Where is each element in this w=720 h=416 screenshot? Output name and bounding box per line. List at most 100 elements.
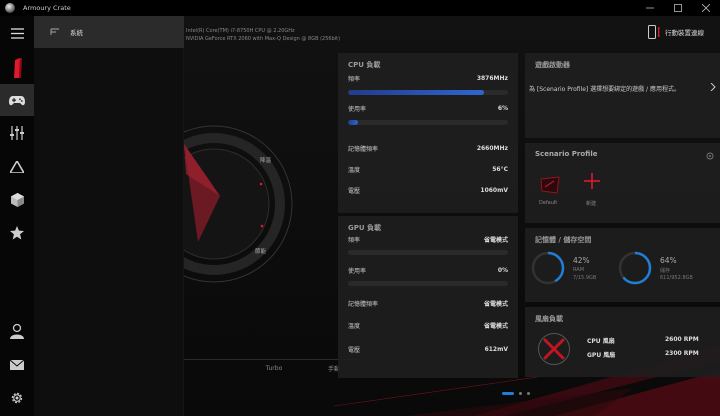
window-title: Armoury Crate — [23, 4, 71, 12]
sidebar-item-armoury[interactable] — [0, 184, 34, 216]
system-icon — [50, 28, 59, 35]
gpu-frequency-value: 省電模式 — [483, 236, 508, 244]
storage-usage-ring — [618, 251, 652, 285]
minimize-button[interactable] — [636, 0, 664, 16]
ram-label: RAM — [573, 267, 585, 273]
storage-percent: 64% — [660, 256, 677, 265]
gpu-frequency-label: 頻率 — [348, 236, 361, 244]
cube-icon — [10, 193, 24, 207]
rog-home-icon — [14, 58, 22, 78]
game-launcher-panel: 遊戲啟動器 為 [Scenario Profile] 選擇想要綁定的遊戲 / 應… — [525, 53, 720, 138]
cpu-voltage-value: 1060mV — [480, 186, 508, 194]
cpu-frequency-value: 3876MHz — [476, 74, 508, 82]
storage-detail: 611/952.8GB — [660, 275, 693, 281]
close-button[interactable] — [692, 0, 720, 16]
aura-triangle-icon — [10, 161, 24, 173]
gpu-voltage-label: 電壓 — [348, 346, 361, 354]
sidebar-item-settings[interactable] — [0, 382, 34, 414]
minimize-icon — [646, 7, 654, 9]
cpu-temp-value: 56°C — [492, 165, 508, 173]
gauge-label-silent: 節能 — [255, 249, 267, 255]
cpu-usage-row: 使用率 6% — [348, 103, 508, 113]
gamepad-icon — [9, 95, 25, 105]
scenario-profile-panel: Scenario Profile Default 新建 — [525, 143, 720, 223]
memory-storage-panel: 記憶體 / 儲存空間 42% RAM 7/15.9GB 64% 儲存 611/9… — [525, 228, 720, 302]
gpu-voltage-value: 612mV — [484, 345, 508, 353]
sidebar-item-home[interactable] — [0, 52, 34, 84]
fan-icon — [538, 333, 570, 365]
gpu-mem-freq-row: 記憶體頻率 省電模式 — [348, 298, 508, 308]
sidebar-item-messages[interactable] — [0, 349, 34, 381]
cpu-mem-freq-value: 2660MHz — [476, 144, 508, 152]
gpu-mem-freq-label: 記憶體頻率 — [348, 300, 379, 308]
game-launcher-title: 遊戲啟動器 — [535, 61, 570, 69]
cpu-temp-row: 溫度 56°C — [348, 164, 508, 174]
gpu-fan-label: GPU 風扇 — [587, 352, 616, 359]
tab-mode-turbo[interactable]: Turbo — [244, 360, 304, 377]
gauge-label-cooling: 降溫 — [260, 158, 272, 164]
menu-item-system-label: 系統 — [70, 29, 83, 37]
page-dot-3[interactable] — [527, 392, 530, 395]
maximize-button[interactable] — [664, 0, 692, 16]
cpu-usage-bar — [348, 120, 508, 125]
hamburger-menu-button[interactable] — [0, 17, 34, 49]
cpu-fan-label: CPU 風扇 — [587, 338, 615, 345]
gpu-temp-label: 溫度 — [348, 322, 361, 330]
default-profile-icon[interactable] — [539, 175, 561, 195]
mode-tabs: Turbo 手動 — [184, 359, 364, 377]
page-dot-2[interactable] — [519, 392, 522, 395]
close-icon — [702, 4, 710, 12]
ram-usage-ring — [531, 251, 565, 285]
mail-icon — [10, 360, 24, 370]
sidebar-item-game[interactable] — [0, 84, 34, 116]
gpu-usage-label: 使用率 — [348, 267, 367, 275]
app-logo-icon — [5, 3, 15, 13]
window-controls — [636, 0, 720, 16]
settings-gear-icon[interactable] — [706, 152, 714, 160]
fan-load-title: 風扇負載 — [535, 315, 563, 323]
menu-item-system[interactable]: 系統 — [34, 16, 184, 48]
add-profile-icon[interactable] — [584, 173, 600, 189]
cpu-voltage-row: 電壓 1060mV — [348, 185, 508, 195]
cpu-mem-freq-row: 記憶體頻率 2660MHz — [348, 143, 508, 153]
chevron-right-icon[interactable] — [710, 83, 716, 91]
cpu-frequency-row: 頻率 3876MHz — [348, 73, 508, 83]
gpu-temp-value: 省電模式 — [483, 322, 508, 330]
hamburger-icon — [10, 27, 24, 39]
gpu-voltage-row: 電壓 612mV — [348, 344, 508, 354]
title-bar: Armoury Crate — [0, 0, 720, 16]
cpu-fan-value: 2600 RPM — [665, 336, 699, 343]
default-profile-label: Default — [539, 200, 558, 206]
sidebar-item-aura[interactable] — [0, 151, 34, 183]
sidebar-item-featured[interactable] — [0, 217, 34, 249]
gpu-mem-freq-value: 省電模式 — [483, 300, 508, 308]
gpu-load-panel: GPU 負載 頻率 省電模式 使用率 0% 記憶體頻率 省電模式 溫度 省電模式… — [338, 216, 518, 378]
cpu-usage-value: 6% — [497, 104, 508, 112]
page-indicator — [502, 392, 535, 395]
sidebar-item-settings-sliders[interactable] — [0, 117, 34, 149]
cpu-voltage-label: 電壓 — [348, 187, 361, 195]
cpu-usage-label: 使用率 — [348, 105, 367, 113]
cpu-panel-title: CPU 負載 — [348, 61, 381, 69]
page-dot-1[interactable] — [502, 392, 514, 395]
gpu-frequency-bar — [348, 250, 508, 255]
sidebar-item-account[interactable] — [0, 315, 34, 347]
cpu-frequency-label: 頻率 — [348, 75, 361, 83]
ram-detail: 7/15.9GB — [573, 275, 597, 281]
memory-storage-title: 記憶體 / 儲存空間 — [535, 236, 592, 244]
game-launcher-message: 為 [Scenario Profile] 選擇想要綁定的遊戲 / 應用程式。 — [529, 86, 680, 93]
gpu-usage-bar — [348, 281, 508, 286]
cpu-frequency-fill — [348, 90, 484, 95]
gpu-temp-row: 溫度 省電模式 — [348, 320, 508, 330]
cpu-mem-freq-label: 記憶體頻率 — [348, 145, 379, 153]
star-icon — [10, 226, 24, 240]
scenario-profile-title: Scenario Profile — [535, 150, 598, 158]
tab-mode-performance[interactable] — [184, 360, 244, 377]
sliders-icon — [10, 126, 24, 140]
cpu-load-panel: CPU 負載 頻率 3876MHz 使用率 6% 記憶體頻率 2660MHz 溫… — [338, 53, 518, 213]
user-lock-icon — [10, 323, 24, 339]
cpu-frequency-bar — [348, 90, 508, 95]
gpu-usage-value: 0% — [497, 266, 508, 274]
add-profile-label: 新建 — [586, 201, 597, 207]
maximize-icon — [674, 4, 682, 12]
